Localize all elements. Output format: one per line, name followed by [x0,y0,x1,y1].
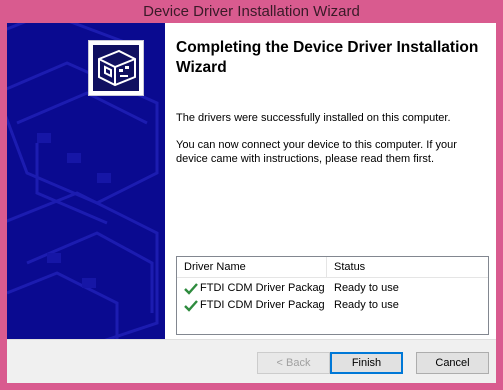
wizard-client-area: Completing the Device Driver Installatio… [7,23,496,383]
success-message: The drivers were successfully installed … [176,112,451,124]
checkmark-icon [184,300,198,312]
page-title: Completing the Device Driver Installatio… [176,39,479,76]
wizard-content: Completing the Device Driver Installatio… [165,23,496,339]
cancel-button[interactable]: Cancel [416,352,489,374]
device-icon [98,49,136,87]
driver-list-header: Driver Name Status [177,257,488,278]
wizard-window: Device Driver Installation Wizard Comple… [0,0,503,390]
window-title: Device Driver Installation Wizard [143,3,360,20]
checkmark-icon [184,283,198,295]
driver-name: FTDI CDM Driver Package [200,299,325,311]
hardware-logo [88,40,144,96]
column-header-driver-name[interactable]: Driver Name [177,257,327,277]
finish-button[interactable]: Finish [330,352,403,374]
table-row[interactable]: FTDI CDM Driver Package Ready to use [177,297,488,314]
table-row[interactable]: FTDI CDM Driver Package Ready to use [177,280,488,297]
driver-name: FTDI CDM Driver Package [200,282,325,294]
driver-status: Ready to use [334,299,399,311]
driver-status: Ready to use [334,282,399,294]
instructions-message: You can now connect your device to this … [176,139,457,165]
column-header-status[interactable]: Status [327,257,488,277]
driver-list[interactable]: Driver Name Status FTDI CDM Driver Packa… [176,256,489,335]
wizard-button-bar: < Back Finish Cancel [7,339,496,383]
back-button[interactable]: < Back [257,352,330,374]
wizard-sidebar-banner [7,23,165,339]
